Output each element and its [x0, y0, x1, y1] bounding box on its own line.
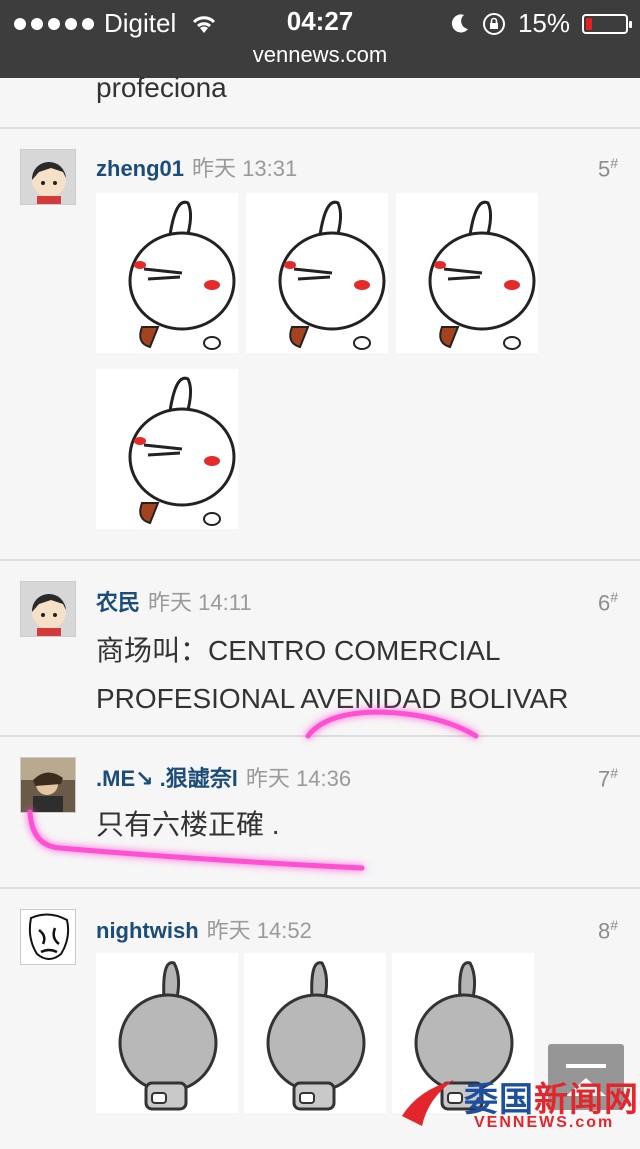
rabbit-sticker-icon	[128, 200, 236, 350]
status-right: 15%	[450, 8, 632, 39]
sticker-image[interactable]	[244, 953, 386, 1113]
url-bar[interactable]: vennews.com	[0, 42, 640, 68]
truncated-post-text: profeciona	[96, 72, 227, 103]
post-content: 只有六楼正確 .	[96, 809, 280, 840]
gray-rabbit-sticker-icon	[244, 953, 386, 1113]
battery-fill	[586, 17, 592, 30]
battery-icon	[582, 13, 632, 34]
boy-avatar-icon	[21, 150, 75, 204]
sticker-image[interactable]	[96, 369, 238, 529]
reply-post: .ME↘ .狠譃奈l 昨天 14:36 7# 只有六楼正確 .	[0, 735, 640, 889]
post-time: 昨天 14:36	[245, 766, 352, 791]
avatar[interactable]	[20, 909, 76, 965]
avatar[interactable]	[20, 149, 76, 205]
content-line: 商场叫：CENTRO COMERCIAL	[96, 635, 501, 666]
post-meta: nightwish 昨天 14:52	[96, 913, 312, 945]
content-line: PROFESIONAL AVENIDAD BOLIVAR	[96, 683, 569, 714]
floor-number: 5#	[597, 155, 618, 182]
sticker-image[interactable]	[96, 953, 238, 1113]
sticker-image[interactable]	[396, 193, 538, 353]
author-name[interactable]: .ME↘ .狠譃奈l	[96, 766, 238, 791]
swoosh-logo-icon	[402, 1080, 454, 1126]
post-meta: 农民 昨天 14:11	[96, 585, 252, 617]
author-name[interactable]: 农民	[96, 590, 140, 615]
avatar[interactable]	[20, 581, 76, 637]
floor-number: 6#	[597, 589, 618, 616]
post-meta: zheng01 昨天 13:31	[96, 151, 297, 183]
floor-number: 8#	[597, 917, 618, 944]
post-time: 昨天 14:52	[206, 918, 312, 943]
rabbit-sticker-icon	[278, 200, 386, 350]
site-watermark-logo: 委国新闻网 VENNEWS.com	[398, 1070, 640, 1136]
gray-rabbit-sticker-icon	[96, 953, 238, 1113]
status-bar: Digitel 04:27 15% vennews.com	[0, 0, 640, 78]
sticker-image[interactable]	[246, 193, 388, 353]
battery-percent: 15%	[517, 8, 570, 38]
sketch-avatar-icon	[21, 910, 75, 964]
post-time: 昨天 13:31	[192, 156, 298, 181]
rabbit-sticker-icon	[428, 200, 536, 350]
rotation-lock-icon	[482, 12, 505, 35]
post-content: 商场叫：CENTRO COMERCIAL PROFESIONAL AVENIDA…	[96, 627, 610, 723]
photo-avatar-icon	[21, 758, 75, 812]
sticker-image[interactable]	[96, 193, 238, 353]
reply-post: 农民 昨天 14:11 6# 商场叫：CENTRO COMERCIAL PROFE…	[0, 559, 640, 737]
reply-post: zheng01 昨天 13:31 5#	[0, 127, 640, 561]
floor-number: 7#	[597, 765, 618, 792]
author-name[interactable]: nightwish	[96, 918, 199, 943]
moon-icon	[451, 13, 468, 32]
post-time: 昨天 14:11	[148, 590, 252, 615]
rabbit-sticker-icon	[128, 376, 236, 526]
post-meta: .ME↘ .狠譃奈l 昨天 14:36	[96, 761, 351, 793]
author-name[interactable]: zheng01	[96, 156, 184, 181]
avatar[interactable]	[20, 757, 76, 813]
watermark-site: VENNEWS.com	[474, 1114, 615, 1131]
boy-avatar-icon	[21, 582, 75, 636]
